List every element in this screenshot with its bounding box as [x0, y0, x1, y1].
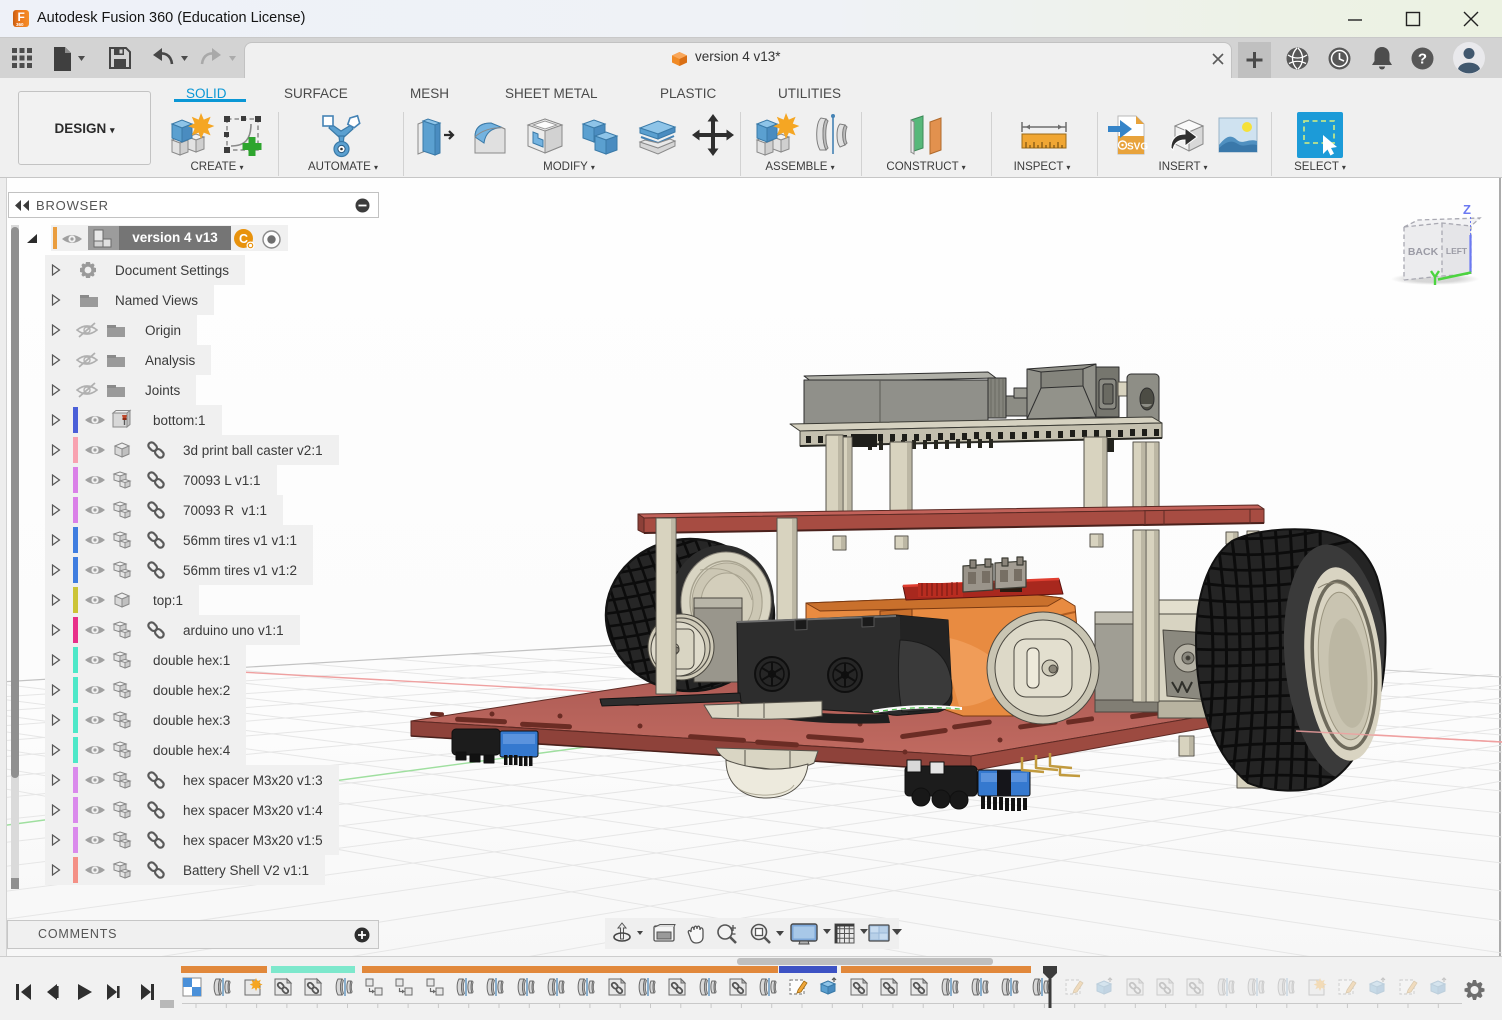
svg-text:Z: Z — [1463, 202, 1471, 217]
svg-text:?: ? — [1418, 51, 1427, 68]
svg-text:LEFT: LEFT — [1446, 246, 1468, 256]
svg-text:BACK: BACK — [1408, 246, 1439, 258]
svg-text:SVG: SVG — [1127, 142, 1148, 153]
